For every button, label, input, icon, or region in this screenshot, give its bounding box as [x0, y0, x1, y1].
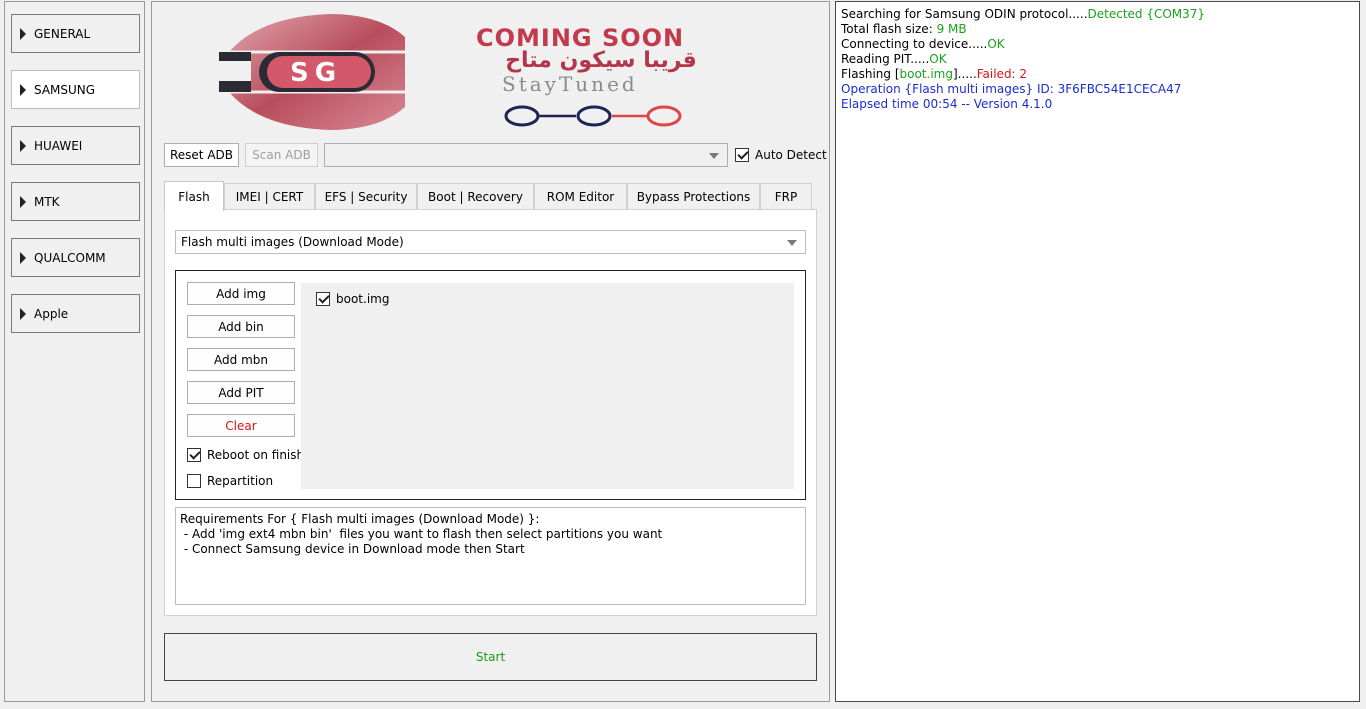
tab-imei-cert[interactable]: IMEI | CERT — [224, 183, 315, 210]
requirements-textbox[interactable]: Requirements For { Flash multi images (D… — [175, 507, 806, 605]
sidebar-item-qualcomm[interactable]: QUALCOMM — [11, 238, 140, 277]
log-status: Detected {COM37} — [1087, 7, 1206, 21]
expand-arrow-icon — [20, 27, 26, 40]
stay-tuned-text: StayTuned — [502, 72, 638, 96]
log-line: Total flash size: 9 MB — [841, 22, 1354, 37]
list-item[interactable]: boot.img — [316, 292, 389, 306]
sg-logo-text: SG — [290, 58, 343, 88]
expand-arrow-icon — [20, 251, 26, 264]
port-dropdown[interactable] — [324, 143, 728, 167]
log-status: OK — [987, 37, 1005, 51]
expand-arrow-icon — [20, 307, 26, 320]
add-mbn-button[interactable]: Add mbn — [187, 348, 295, 371]
tab-boot-recovery[interactable]: Boot | Recovery — [417, 183, 534, 210]
log-text: Total flash size: — [841, 22, 937, 36]
log-status: OK — [929, 52, 947, 66]
add-img-button[interactable]: Add img — [187, 282, 295, 305]
checkbox-checked-icon — [316, 292, 330, 306]
start-button[interactable]: Start — [164, 633, 817, 681]
sidebar-item-label: GENERAL — [34, 26, 91, 41]
sidebar-item-label: SAMSUNG — [34, 82, 96, 97]
expand-arrow-icon — [20, 139, 26, 152]
tab-efs-security[interactable]: EFS | Security — [315, 183, 417, 210]
log-line: Elapsed time 00:54 -- Version 4.1.0 — [841, 97, 1053, 111]
sidebar-item-label: QUALCOMM — [34, 250, 106, 265]
log-status: Failed: 2 — [976, 67, 1028, 81]
clear-button[interactable]: Clear — [187, 414, 295, 437]
log-text: Reading PIT..... — [841, 52, 930, 66]
log-text: Flashing [ — [841, 67, 900, 81]
partition-file-list[interactable] — [301, 283, 794, 489]
reboot-on-finish-label: Reboot on finish — [207, 448, 305, 462]
app-window: GENERAL SAMSUNG HUAWEI MTK QUALCOMM Appl… — [0, 0, 1366, 709]
checkbox-checked-icon — [735, 148, 749, 162]
checkbox-unchecked-icon — [187, 474, 201, 488]
checkbox-checked-icon — [187, 448, 201, 462]
log-status: 9 MB — [936, 22, 967, 36]
auto-detect-checkbox[interactable]: Auto Detect — [735, 148, 827, 162]
tab-bypass-protections[interactable]: Bypass Protections — [627, 183, 760, 210]
flash-mode-dropdown[interactable]: Flash multi images (Download Mode) — [175, 230, 806, 254]
log-line: Operation {Flash multi images} ID: 3F6FB… — [841, 82, 1182, 96]
repartition-checkbox[interactable]: Repartition — [187, 474, 273, 488]
chevron-down-icon — [787, 240, 797, 246]
coming-soon-arabic: قريبا سيكون متاح — [505, 48, 697, 73]
requirements-line: Requirements For { Flash multi images (D… — [180, 512, 540, 526]
log-text: ]..... — [952, 67, 977, 81]
requirements-line: - Connect Samsung device in Download mod… — [180, 542, 525, 556]
log-text: Searching for Samsung ODIN protocol..... — [841, 7, 1088, 21]
sidebar: GENERAL SAMSUNG HUAWEI MTK QUALCOMM Appl… — [4, 1, 145, 702]
add-pit-button[interactable]: Add PIT — [187, 381, 295, 404]
tab-frp[interactable]: FRP — [760, 183, 812, 210]
log-line: Reading PIT.....OK — [841, 52, 1354, 67]
flash-mode-value: Flash multi images (Download Mode) — [181, 235, 404, 249]
expand-arrow-icon — [20, 195, 26, 208]
repartition-label: Repartition — [207, 474, 274, 488]
log-panel[interactable]: Searching for Samsung ODIN protocol.....… — [835, 1, 1360, 702]
sidebar-item-label: Apple — [34, 306, 69, 321]
tab-flash[interactable]: Flash — [164, 181, 224, 211]
coming-soon-banner: COMING SOON قريبا سيكون متاح StayTuned — [470, 18, 740, 130]
sidebar-item-general[interactable]: GENERAL — [11, 14, 140, 53]
sidebar-item-label: MTK — [34, 194, 60, 209]
log-file: boot.img — [899, 67, 953, 81]
sidebar-item-mtk[interactable]: MTK — [11, 182, 140, 221]
reset-adb-button[interactable]: Reset ADB — [164, 143, 239, 167]
tab-rom-editor[interactable]: ROM Editor — [534, 183, 627, 210]
file-name: boot.img — [336, 292, 390, 306]
progress-dots-icon — [504, 105, 682, 127]
sidebar-item-samsung[interactable]: SAMSUNG — [11, 70, 140, 109]
chevron-down-icon — [709, 153, 719, 159]
log-line: Searching for Samsung ODIN protocol.....… — [841, 7, 1354, 22]
log-line: Flashing [boot.img].....Failed: 2 — [841, 67, 1354, 82]
scan-adb-button[interactable]: Scan ADB — [245, 143, 318, 167]
sidebar-item-apple[interactable]: Apple — [11, 294, 140, 333]
add-bin-button[interactable]: Add bin — [187, 315, 295, 338]
requirements-line: - Add 'img ext4 mbn bin' files you want … — [180, 527, 663, 541]
log-text: Connecting to device..... — [841, 37, 988, 51]
sidebar-item-label: HUAWEI — [34, 138, 83, 153]
log-line: Connecting to device.....OK — [841, 37, 1354, 52]
auto-detect-label: Auto Detect — [755, 148, 827, 162]
tab-bar: Flash IMEI | CERT EFS | Security Boot | … — [164, 181, 812, 211]
reboot-on-finish-checkbox[interactable]: Reboot on finish — [187, 448, 304, 462]
sidebar-item-huawei[interactable]: HUAWEI — [11, 126, 140, 165]
expand-arrow-icon — [20, 83, 26, 96]
